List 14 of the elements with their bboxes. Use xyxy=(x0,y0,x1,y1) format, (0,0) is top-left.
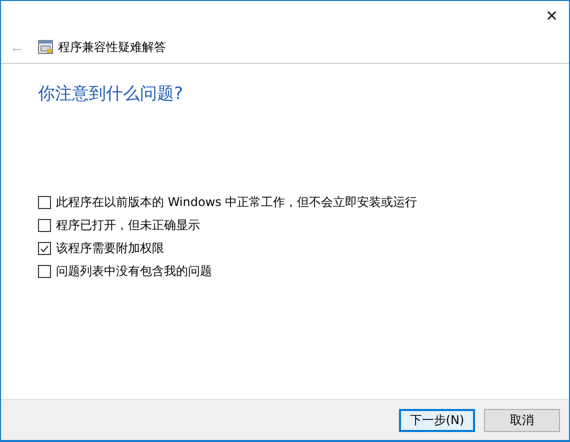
window-title: 程序兼容性疑难解答 xyxy=(58,38,166,56)
option-label[interactable]: 问题列表中没有包含我的问题 xyxy=(56,263,212,280)
checkbox[interactable] xyxy=(38,265,51,278)
program-window-icon xyxy=(38,40,53,54)
checkbox[interactable] xyxy=(38,219,51,232)
question-heading: 你注意到什么问题? xyxy=(38,83,184,105)
cancel-button[interactable]: 取消 xyxy=(484,408,560,432)
option-label[interactable]: 此程序在以前版本的 Windows 中正常工作，但不会立即安装或运行 xyxy=(56,194,418,211)
checkbox[interactable] xyxy=(38,242,51,255)
next-button[interactable]: 下一步(N) xyxy=(399,408,475,432)
option-label[interactable]: 程序已打开，但未正确显示 xyxy=(56,217,200,234)
checkbox[interactable] xyxy=(38,196,51,209)
option-label[interactable]: 该程序需要附加权限 xyxy=(56,240,164,257)
close-button[interactable]: ✕ xyxy=(535,1,569,31)
